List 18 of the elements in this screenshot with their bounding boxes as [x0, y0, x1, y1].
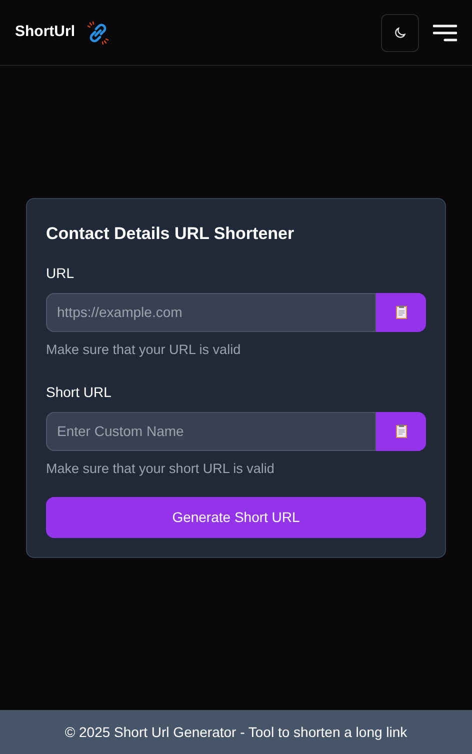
paste-button[interactable]	[376, 412, 426, 451]
field-label: URL	[46, 264, 76, 282]
text-field[interactable]: Enter Custom Name	[46, 412, 376, 451]
menu-icon[interactable]	[433, 22, 457, 42]
link-icon	[85, 20, 111, 46]
clipboard-icon	[396, 305, 406, 319]
theme-toggle-button[interactable]	[381, 14, 419, 52]
brand-name[interactable]: ShortUrl	[15, 21, 75, 44]
field-label: Short URL	[46, 382, 112, 402]
text-field[interactable]: https://example.com	[46, 292, 376, 332]
hint-text: Make sure that your URL is valid	[46, 340, 242, 359]
generate-button[interactable]: Generate Short URL	[46, 497, 426, 538]
clipboard-icon	[396, 424, 406, 438]
card-title: Contact Details URL Shortener	[46, 223, 296, 245]
hint-text: Make sure that your short URL is valid	[46, 460, 276, 478]
footer-text: © 2025 Short Url Generator - Tool to shorten a long link	[64, 722, 408, 742]
moon-icon	[393, 26, 407, 40]
paste-button[interactable]	[376, 292, 426, 332]
